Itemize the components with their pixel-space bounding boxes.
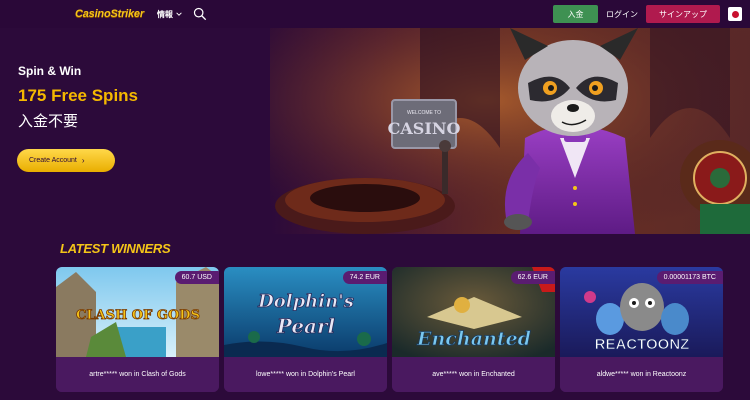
- enchanted-title: Enchanted: [416, 328, 531, 350]
- winner-card[interactable]: REACTOONZ 0.00001173 BTC aldwe***** won …: [560, 267, 723, 392]
- japan-flag-icon[interactable]: [728, 7, 742, 21]
- chevron-down-icon: [176, 12, 182, 16]
- sign-line-2: CASINO: [388, 119, 461, 138]
- top-header: CasinoStriker 情報 入金 ログイン サインアップ: [0, 0, 750, 28]
- winner-card[interactable]: CLASH OF GODS 60.7 USD artre***** won in…: [56, 267, 219, 392]
- win-amount-badge: 62.6 EUR: [510, 271, 555, 284]
- win-amount-badge: 60.7 USD: [174, 271, 219, 284]
- casino-logo[interactable]: CasinoStriker: [75, 8, 144, 20]
- news-menu[interactable]: 情報: [157, 9, 183, 20]
- chevron-right-icon: ›: [81, 156, 85, 165]
- hero-subtitle: Spin & Win: [18, 64, 82, 78]
- winners-carousel: CLASH OF GODS 60.7 USD artre***** won in…: [56, 267, 724, 400]
- winner-caption: aldwe***** won in Reactoonz: [560, 357, 723, 392]
- dolphins-pearl-title-line1: Dolphin's: [257, 291, 354, 312]
- raccoon-casino-illustration: WELCOME TO CASINO: [270, 28, 750, 234]
- hero-title: 175 Free Spins: [18, 86, 139, 105]
- hero-text-block: Spin & Win 175 Free Spins 入金不要: [18, 64, 138, 131]
- signup-button[interactable]: サインアップ: [646, 5, 720, 23]
- deposit-button[interactable]: 入金: [553, 5, 598, 23]
- header-actions: 入金 ログイン サインアップ: [553, 5, 742, 23]
- reactoonz-title: REACTOONZ: [595, 336, 690, 353]
- winner-caption: ave***** won in Enchanted: [392, 357, 555, 392]
- hero-subtitle-jp: 入金不要: [18, 113, 79, 130]
- search-icon[interactable]: [193, 7, 207, 21]
- login-link[interactable]: ログイン: [606, 9, 638, 20]
- news-menu-label: 情報: [156, 9, 173, 19]
- winner-card[interactable]: Dolphin's Pearl 74.2 EUR lowe***** won i…: [224, 267, 387, 392]
- clash-of-gods-title: CLASH OF GODS: [76, 308, 200, 323]
- winner-card[interactable]: Enchanted 62.6 EUR ave***** won in Encha…: [392, 267, 555, 392]
- sign-line-1: WELCOME TO: [407, 110, 441, 116]
- dolphins-pearl-title-line2: Pearl: [276, 314, 336, 338]
- create-account-button[interactable]: Create Account ›: [17, 149, 115, 172]
- win-amount-badge: 0.00001173 BTC: [656, 271, 723, 284]
- latest-winners-heading: LATEST WINNERS: [60, 241, 171, 256]
- winner-caption: artre***** won in Clash of Gods: [56, 357, 219, 392]
- winner-caption: lowe***** won in Dolphin's Pearl: [224, 357, 387, 392]
- hero-banner: WELCOME TO CASINO Spin & Win 175 Free Sp…: [0, 28, 750, 234]
- win-amount-badge: 74.2 EUR: [342, 271, 387, 284]
- create-account-label: Create Account: [29, 157, 77, 164]
